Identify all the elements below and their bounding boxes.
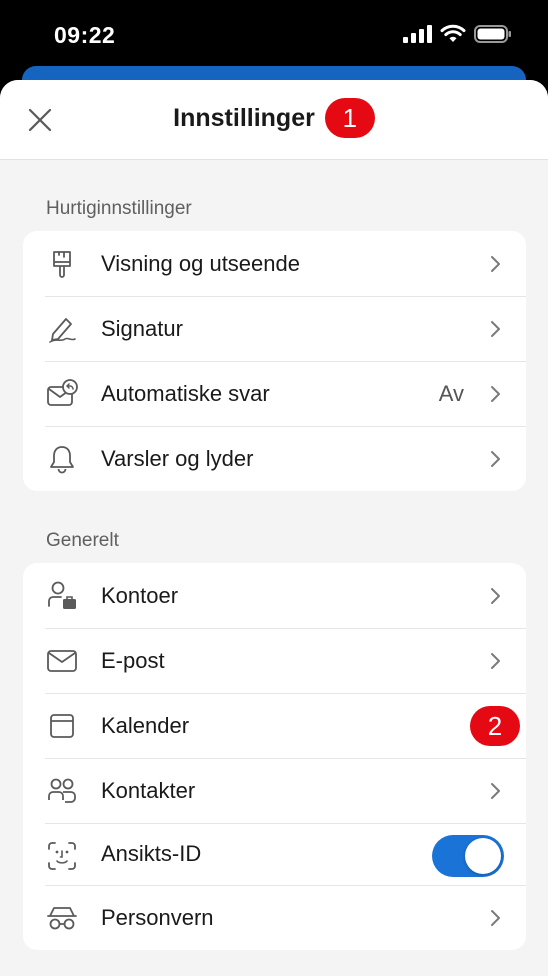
- signature-pen-icon: [45, 312, 79, 346]
- chevron-right-icon: [488, 450, 502, 468]
- face-id-toggle[interactable]: [432, 835, 504, 877]
- sheet-header: Innstillinger 1: [0, 80, 548, 160]
- settings-sheet: Innstillinger 1 Hurtiginnstillinger Visn…: [0, 80, 548, 976]
- title-wrap: Innstillinger 1: [0, 98, 548, 138]
- settings-row-label: Automatiske svar: [101, 380, 270, 406]
- toggle-knob: [465, 838, 501, 874]
- face-id-icon: [45, 839, 79, 873]
- general-settings-card: Kontoer E-post Kalender 2 Kontakter Ansi…: [23, 563, 526, 950]
- chevron-right-icon: [488, 385, 502, 403]
- settings-row-label: Kalender: [101, 712, 190, 738]
- settings-row-calendar[interactable]: Kalender 2: [23, 693, 526, 758]
- auto-reply-status-value: Av: [438, 380, 464, 406]
- status-time: 09:22: [54, 22, 116, 48]
- calendar-icon: [45, 709, 79, 743]
- settings-row-accounts[interactable]: Kontoer: [23, 563, 526, 628]
- battery-icon: [474, 24, 512, 44]
- settings-row-mail[interactable]: E-post: [23, 628, 526, 693]
- chevron-right-icon: [488, 909, 502, 927]
- chevron-right-icon: [488, 652, 502, 670]
- section-label-general: Generelt: [46, 530, 119, 551]
- chevron-right-icon: [488, 255, 502, 273]
- annotation-marker-2: 2: [470, 706, 520, 746]
- settings-row-notifications[interactable]: Varsler og lyder: [23, 426, 526, 491]
- status-bar: 09:22: [0, 0, 548, 72]
- settings-row-face-id: Ansikts-ID: [23, 823, 526, 885]
- settings-row-label: Visning og utseende: [101, 250, 300, 276]
- settings-row-label: Ansikts-ID: [101, 841, 202, 866]
- contacts-icon: [45, 774, 79, 808]
- settings-row-label: Signatur: [101, 315, 183, 341]
- incognito-icon: [45, 901, 79, 935]
- chevron-right-icon: [488, 782, 502, 800]
- paintbrush-icon: [45, 247, 79, 281]
- settings-row-label: Kontakter: [101, 777, 196, 803]
- settings-row-label: Personvern: [101, 904, 214, 930]
- quick-settings-card: Visning og utseende Signatur Automatiske…: [23, 231, 526, 491]
- auto-reply-mail-icon: [45, 377, 79, 411]
- mail-icon: [45, 644, 79, 678]
- chevron-right-icon: [488, 320, 502, 338]
- settings-row-contacts[interactable]: Kontakter: [23, 758, 526, 823]
- settings-row-display[interactable]: Visning og utseende: [23, 231, 526, 296]
- settings-row-privacy[interactable]: Personvern: [23, 885, 526, 950]
- cellular-signal-icon: [402, 24, 432, 44]
- bell-icon: [45, 442, 79, 476]
- settings-row-label: Varsler og lyder: [101, 445, 254, 471]
- chevron-right-icon: [488, 587, 502, 605]
- section-label-quick-settings: Hurtiginnstillinger: [46, 198, 192, 219]
- settings-row-label: Kontoer: [101, 582, 179, 608]
- settings-row-signature[interactable]: Signatur: [23, 296, 526, 361]
- wifi-icon: [440, 24, 466, 44]
- settings-row-auto-reply[interactable]: Automatiske svar Av: [23, 361, 526, 426]
- page-title: Innstillinger: [173, 103, 315, 132]
- annotation-marker-1: 1: [324, 98, 375, 138]
- status-icons: [402, 24, 512, 44]
- settings-row-label: E-post: [101, 647, 165, 673]
- account-briefcase-icon: [45, 579, 79, 613]
